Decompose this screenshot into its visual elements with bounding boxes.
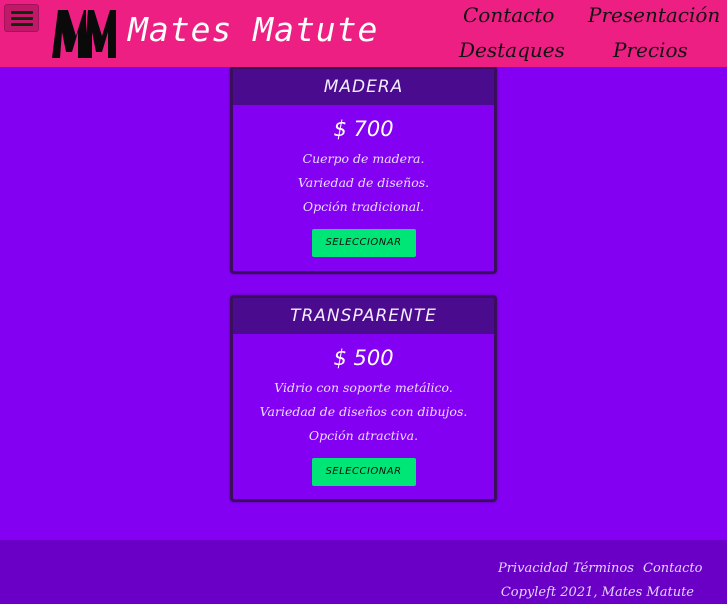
menu-bar (10, 10, 33, 14)
nav-link-presentacion[interactable]: Presentación (588, 3, 720, 27)
select-button[interactable]: SELECCIONAR (311, 229, 416, 257)
menu-bar (10, 22, 33, 26)
site-title[interactable]: Mates Matute (128, 10, 378, 49)
card-body: $ 500 Vidrio con soporte metálico. Varie… (233, 334, 494, 486)
select-button[interactable]: SELECCIONAR (311, 458, 416, 486)
site-header: Mates Matute Contacto Presentación Desta… (0, 0, 727, 67)
nav-link-destaques[interactable]: Destaques (459, 38, 565, 62)
copyleft-text: Copyleft 2021, Mates Matute (500, 585, 694, 600)
card-feature: Opción tradicional. (302, 199, 425, 214)
card-price: $ 700 (333, 117, 394, 141)
card-feature: Variedad de diseños. (297, 175, 430, 190)
card-price: $ 500 (333, 346, 394, 370)
site-footer: Privacidad Términos Contacto Copyleft 20… (0, 540, 727, 604)
card-feature: Variedad de diseños con dibujos. (259, 404, 468, 419)
footer-link-privacidad[interactable]: Privacidad (498, 561, 568, 576)
card-body: $ 700 Cuerpo de madera. Variedad de dise… (233, 105, 494, 257)
footer-link-terminos[interactable]: Términos (573, 561, 634, 576)
price-card-transparente: TRANSPARENTE $ 500 Vidrio con soporte me… (230, 295, 497, 502)
hamburger-icon[interactable] (4, 4, 39, 32)
price-card-madera: MADERA $ 700 Cuerpo de madera. Variedad … (230, 66, 497, 274)
menu-bar (10, 16, 33, 20)
footer-link-contacto[interactable]: Contacto (643, 561, 702, 576)
nav-link-contacto[interactable]: Contacto (463, 3, 554, 27)
card-feature: Vidrio con soporte metálico. (274, 380, 453, 395)
card-title: TRANSPARENTE (233, 298, 494, 334)
card-feature: Opción atractiva. (308, 428, 419, 443)
nav-link-precios[interactable]: Precios (613, 38, 688, 62)
mm-logo-icon[interactable] (50, 6, 118, 62)
card-feature: Cuerpo de madera. (302, 151, 425, 166)
card-title: MADERA (233, 69, 494, 105)
